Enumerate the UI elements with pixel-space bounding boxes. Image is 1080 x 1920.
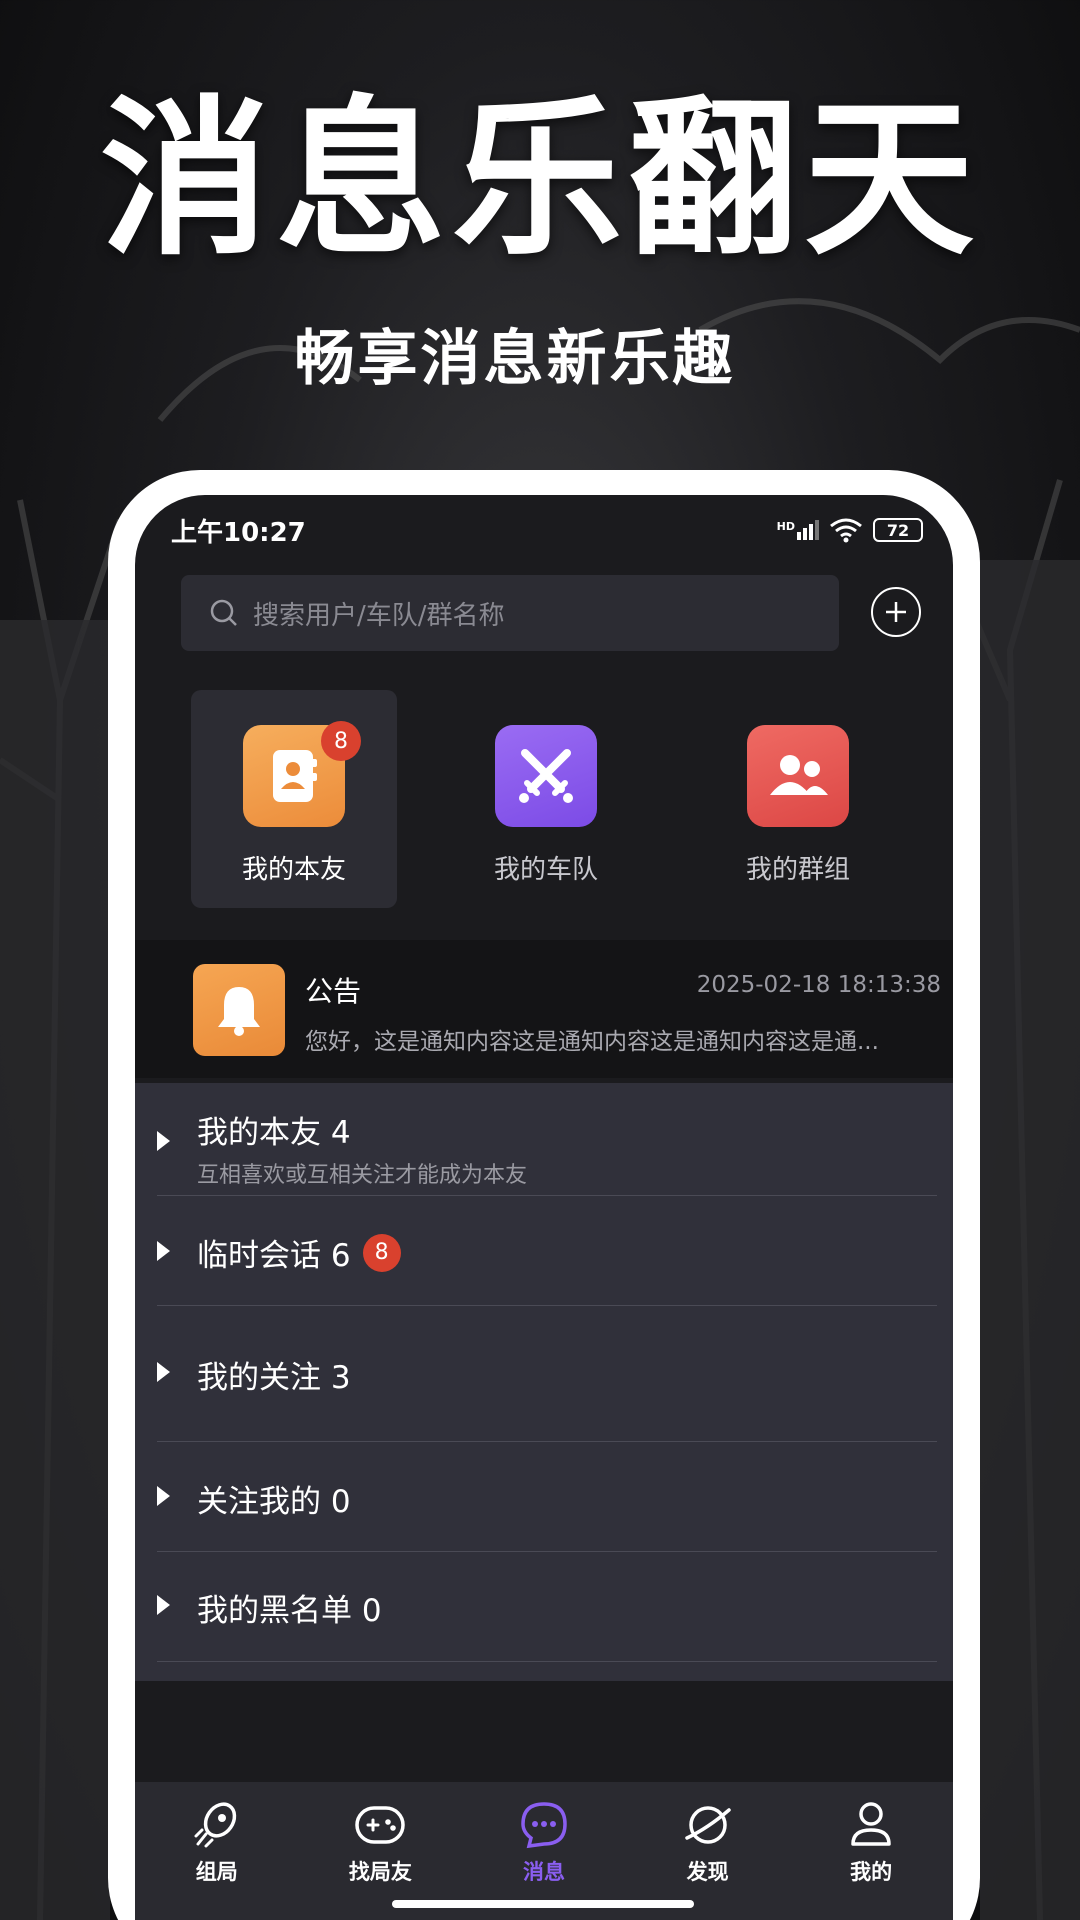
group-name: 我的关注 3 [197, 1360, 351, 1396]
group-users-icon [747, 725, 849, 827]
announcement-item[interactable]: 公告 2025-02-18 18:13:38 您好，这是通知内容这是通知内容这是… [135, 940, 953, 1078]
group-name: 临时会话 6 [197, 1238, 351, 1274]
signal-icon: HD [777, 520, 819, 540]
search-placeholder: 搜索用户/车队/群名称 [253, 600, 505, 631]
group-name: 关注我的 0 [197, 1484, 351, 1520]
expand-arrow-icon [157, 1131, 170, 1151]
promo-headline: 消息乐翻天 [99, 81, 980, 279]
promo-subhead: 畅享消息新乐趣 [294, 324, 736, 394]
group-name-wrap: 临时会话 6 8 [197, 1230, 401, 1275]
group-row-friends[interactable]: 我的本友 4 互相喜欢或互相关注才能成为本友 [157, 1083, 937, 1196]
tab-profile[interactable]: 我的 [789, 1782, 953, 1920]
gamepad-icon [355, 1806, 406, 1844]
battery-level: 72 [886, 520, 910, 540]
battery-icon: 72 [873, 518, 923, 542]
quick-entry-groups[interactable]: 我的群组 [695, 690, 901, 908]
status-bar: 上午10:27 HD 72 [135, 495, 953, 565]
friends-badge: 8 [321, 721, 361, 761]
tab-label: 组局 [195, 1860, 238, 1884]
announcement-date: 2025-02-18 18:13:38 [696, 972, 941, 998]
tab-label: 找局友 [348, 1860, 412, 1884]
wifi-icon [830, 518, 862, 543]
network-type: HD [776, 520, 795, 533]
quick-entries: 8 我的本友 我的车队 我的群组 [135, 690, 953, 910]
tab-label: 消息 [522, 1860, 565, 1884]
add-button[interactable] [871, 587, 921, 637]
group-row-following[interactable]: 我的关注 3 [157, 1306, 937, 1442]
group-subtitle: 互相喜欢或互相关注才能成为本友 [197, 1163, 528, 1188]
planet-icon [684, 1806, 731, 1844]
search-input[interactable]: 搜索用户/车队/群名称 [181, 575, 839, 651]
announcement-title: 公告 [305, 975, 362, 1008]
crossed-swords-icon [495, 725, 597, 827]
user-icon [851, 1802, 891, 1846]
quick-entry-team[interactable]: 我的车队 [443, 690, 649, 908]
tab-label: 我的 [850, 1860, 893, 1884]
group-row-temp-chat[interactable]: 临时会话 6 8 [157, 1196, 937, 1306]
tab-label: 发现 [686, 1860, 729, 1884]
quick-entry-label: 我的群组 [745, 855, 850, 885]
group-row-blacklist[interactable]: 我的黑名单 0 [157, 1552, 937, 1662]
quick-entry-friends[interactable]: 8 我的本友 [191, 690, 397, 908]
announcement-message: 您好，这是通知内容这是通知内容这是通知内容这是通... [305, 1029, 879, 1055]
expand-arrow-icon [157, 1241, 170, 1261]
quick-entry-label: 我的本友 [241, 855, 346, 885]
expand-arrow-icon [157, 1595, 170, 1615]
search-row: 搜索用户/车队/群名称 [135, 575, 953, 651]
contact-groups: 我的本友 4 互相喜欢或互相关注才能成为本友 临时会话 6 8 我的关注 3 关… [135, 1083, 953, 1681]
address-book-icon: 8 [243, 721, 361, 827]
rocket-icon [194, 1802, 236, 1848]
group-row-followers[interactable]: 关注我的 0 [157, 1442, 937, 1552]
expand-arrow-icon [157, 1486, 170, 1506]
plus-icon [886, 602, 906, 622]
chat-bubble-icon [521, 1802, 567, 1849]
tab-zuju[interactable]: 组局 [135, 1782, 299, 1920]
bell-icon [193, 964, 285, 1056]
temp-chat-badge: 8 [362, 1233, 401, 1272]
group-name: 我的黑名单 0 [197, 1593, 382, 1629]
app-screen: 上午10:27 HD 72 搜索用户/车队/群名称 8 我的本友 我的车队 我的… [135, 495, 953, 1920]
quick-entry-label: 我的车队 [493, 855, 598, 885]
group-name: 我的本友 4 [197, 1115, 351, 1151]
search-icon [210, 599, 237, 626]
expand-arrow-icon [157, 1362, 170, 1382]
home-indicator[interactable] [392, 1900, 694, 1908]
status-time: 上午10:27 [171, 517, 306, 548]
